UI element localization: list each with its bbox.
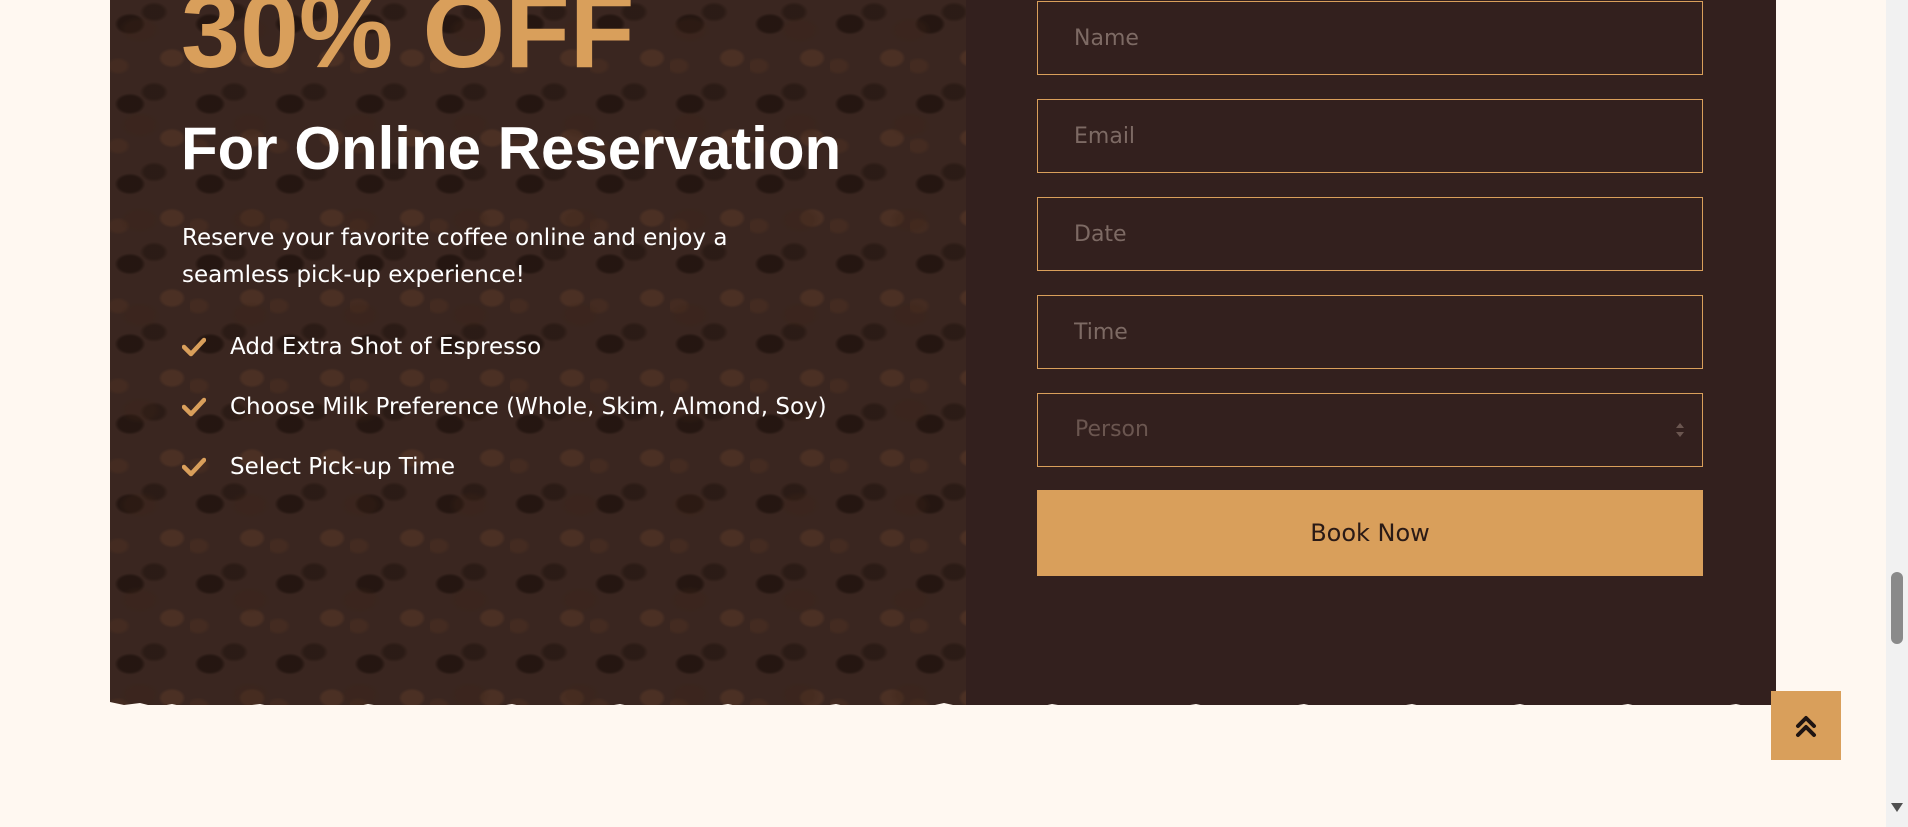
vertical-scrollbar[interactable]: [1886, 0, 1908, 827]
name-field[interactable]: [1037, 1, 1703, 75]
torn-paper-edge: [110, 702, 1776, 726]
feature-label: Choose Milk Preference (Whole, Skim, Alm…: [230, 394, 827, 420]
page: 30% OFF For Online Reservation Reserve y…: [0, 0, 1908, 827]
feature-label: Select Pick-up Time: [230, 454, 456, 480]
scrollbar-thumb[interactable]: [1891, 572, 1903, 644]
discount-headline: 30% OFF: [181, 0, 635, 90]
check-icon: [182, 457, 206, 477]
book-now-button[interactable]: Book Now: [1037, 490, 1703, 576]
time-field[interactable]: [1037, 295, 1703, 369]
check-icon: [182, 397, 206, 417]
feature-list: Add Extra Shot of Espresso Choose Milk P…: [182, 328, 827, 508]
email-field[interactable]: [1037, 99, 1703, 173]
person-select-value: Person: [1075, 417, 1149, 442]
scroll-down-arrow-icon[interactable]: [1891, 803, 1903, 812]
feature-item: Choose Milk Preference (Whole, Skim, Alm…: [182, 388, 827, 448]
date-field[interactable]: [1037, 197, 1703, 271]
feature-item: Select Pick-up Time: [182, 448, 827, 508]
feature-item: Add Extra Shot of Espresso: [182, 328, 827, 388]
reservation-subheadline: For Online Reservation: [181, 115, 842, 182]
sort-arrows-icon: [1676, 423, 1684, 437]
check-icon: [182, 337, 206, 357]
chevron-double-up-icon: [1796, 715, 1816, 737]
person-select[interactable]: Person: [1037, 393, 1703, 467]
back-to-top-button[interactable]: [1771, 691, 1841, 760]
promo-description: Reserve your favorite coffee online and …: [182, 225, 728, 288]
feature-label: Add Extra Shot of Espresso: [230, 334, 542, 360]
